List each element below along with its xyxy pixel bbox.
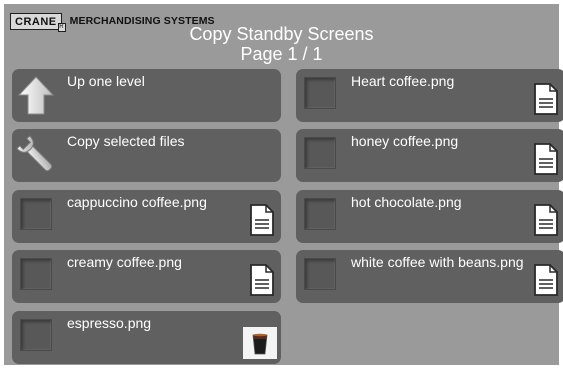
- file-name: honey coffee.png: [351, 133, 459, 149]
- file-item-honey[interactable]: honey coffee.png: [296, 129, 563, 182]
- file-checkbox[interactable]: [20, 319, 52, 351]
- page-indicator: Page 1 / 1: [240, 44, 323, 64]
- file-item-white-coffee[interactable]: white coffee with beans.png: [296, 250, 563, 303]
- file-name: creamy coffee.png: [67, 254, 182, 270]
- copy-selected-files-label: Copy selected files: [67, 133, 185, 149]
- file-name: white coffee with beans.png: [351, 254, 524, 270]
- file-item-heart[interactable]: Heart coffee.png: [296, 69, 563, 122]
- document-icon: [534, 83, 558, 115]
- file-item-creamy[interactable]: creamy coffee.png: [12, 250, 281, 303]
- espresso-thumbnail: [243, 327, 277, 359]
- file-name: hot chocolate.png: [351, 194, 462, 210]
- file-item-cappuccino[interactable]: cappuccino coffee.png: [12, 190, 281, 243]
- document-icon: [534, 204, 558, 236]
- wrench-icon: [16, 135, 53, 172]
- file-checkbox[interactable]: [20, 258, 52, 290]
- file-item-espresso[interactable]: espresso.png: [12, 311, 281, 364]
- document-icon: [534, 143, 558, 175]
- up-arrow-icon: [17, 76, 55, 115]
- file-checkbox[interactable]: [304, 77, 336, 109]
- document-icon: [250, 264, 274, 296]
- page-title: Copy Standby Screens: [189, 24, 374, 44]
- up-one-level-label: Up one level: [67, 73, 145, 89]
- file-checkbox[interactable]: [304, 137, 336, 169]
- file-item-hot-chocolate[interactable]: hot chocolate.png: [296, 190, 563, 243]
- file-name: cappuccino coffee.png: [67, 194, 207, 210]
- file-name: espresso.png: [67, 315, 152, 331]
- up-one-level-button[interactable]: Up one level: [12, 69, 281, 122]
- document-icon: [534, 264, 558, 296]
- file-name: Heart coffee.png: [351, 73, 455, 89]
- document-icon: [250, 204, 274, 236]
- standby-screen-browser: CRANE R MERCHANDISING SYSTEMS Copy Standb…: [4, 4, 563, 365]
- file-checkbox[interactable]: [304, 258, 336, 290]
- file-checkbox[interactable]: [304, 198, 336, 230]
- file-checkbox[interactable]: [20, 198, 52, 230]
- copy-selected-files-button[interactable]: Copy selected files: [12, 129, 281, 182]
